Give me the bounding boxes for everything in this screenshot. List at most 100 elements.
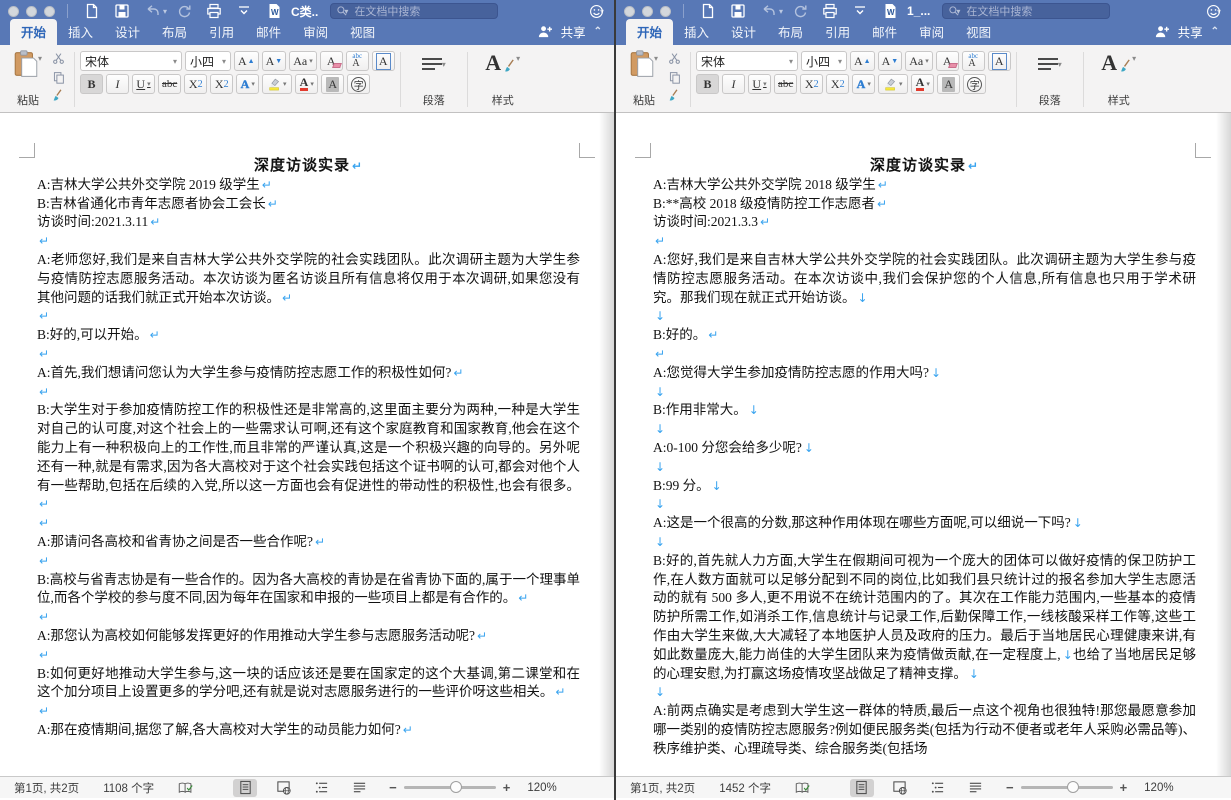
new-document-icon[interactable] bbox=[700, 3, 716, 19]
bold-button[interactable]: B bbox=[80, 74, 103, 94]
spellcheck-icon[interactable] bbox=[178, 781, 193, 795]
copy-icon[interactable] bbox=[52, 71, 65, 84]
grow-font-button[interactable]: A▲ bbox=[850, 51, 875, 71]
italic-button[interactable]: I bbox=[722, 74, 745, 94]
format-painter-icon[interactable] bbox=[668, 89, 681, 102]
web-layout-view-button[interactable] bbox=[271, 779, 295, 797]
redo-icon[interactable] bbox=[176, 3, 192, 19]
search-input[interactable]: ▾ 在文档中搜索 bbox=[942, 3, 1110, 19]
collapse-ribbon-icon[interactable]: ⌃ bbox=[594, 26, 602, 37]
zoom-control[interactable]: − + 120% bbox=[389, 780, 557, 795]
character-shading-button[interactable]: A bbox=[321, 74, 344, 94]
toolbar-more-icon[interactable] bbox=[852, 3, 868, 19]
tab-insert[interactable]: 插入 bbox=[673, 19, 720, 45]
phonetic-guide-button[interactable]: abcA bbox=[962, 51, 985, 71]
tab-design[interactable]: 设计 bbox=[104, 19, 151, 45]
new-document-icon[interactable] bbox=[84, 3, 100, 19]
draft-view-button[interactable] bbox=[964, 779, 988, 797]
share-button[interactable]: 共享 bbox=[1178, 22, 1203, 41]
subscript-button[interactable]: X2 bbox=[184, 74, 207, 94]
document-canvas[interactable]: 深度访谈实录↵A:吉林大学公共外交学院 2018 级学生↵B:**高校 2018… bbox=[616, 113, 1231, 776]
enclose-characters-button[interactable]: 字 bbox=[963, 74, 986, 94]
zoom-slider-thumb[interactable] bbox=[1067, 781, 1079, 793]
character-border-button[interactable]: A bbox=[988, 51, 1011, 71]
copy-icon[interactable] bbox=[668, 71, 681, 84]
close-button[interactable] bbox=[8, 6, 19, 17]
font-name-select[interactable]: 宋体▾ bbox=[696, 51, 798, 71]
share-person-plus-icon[interactable] bbox=[536, 24, 553, 39]
traffic-lights[interactable] bbox=[8, 6, 55, 17]
print-layout-view-button[interactable] bbox=[850, 779, 874, 797]
phonetic-guide-button[interactable]: abcA bbox=[346, 51, 369, 71]
zoom-out-button[interactable]: − bbox=[1006, 780, 1014, 795]
tab-home[interactable]: 开始 bbox=[626, 19, 673, 45]
search-scope-caret[interactable]: ▾ bbox=[956, 7, 960, 16]
print-layout-view-button[interactable] bbox=[233, 779, 257, 797]
tab-mailings[interactable]: 邮件 bbox=[861, 19, 908, 45]
save-icon[interactable] bbox=[730, 3, 746, 19]
search-input[interactable]: ▾ 在文档中搜索 bbox=[330, 3, 498, 19]
undo-icon[interactable] bbox=[144, 3, 160, 19]
word-count[interactable]: 1452 个字 bbox=[719, 780, 771, 796]
paste-button[interactable]: ▾ 粘贴 bbox=[6, 50, 50, 109]
font-name-select[interactable]: 宋体▾ bbox=[80, 51, 182, 71]
tab-review[interactable]: 审阅 bbox=[908, 19, 955, 45]
undo-icon[interactable] bbox=[760, 3, 776, 19]
change-case-button[interactable]: Aa▾ bbox=[905, 51, 933, 71]
subscript-button[interactable]: X2 bbox=[800, 74, 823, 94]
highlight-button[interactable]: ▾ bbox=[262, 74, 292, 94]
document-text[interactable]: 深度访谈实录↵A:吉林大学公共外交学院 2018 级学生↵B:**高校 2018… bbox=[653, 157, 1196, 759]
format-painter-icon[interactable] bbox=[52, 89, 65, 102]
enclose-characters-button[interactable]: 字 bbox=[347, 74, 370, 94]
tab-home[interactable]: 开始 bbox=[10, 19, 57, 45]
tab-view[interactable]: 视图 bbox=[339, 19, 386, 45]
text-effects-button[interactable]: A▾ bbox=[852, 74, 875, 94]
styles-group-button[interactable]: A ▾ 样式 bbox=[1089, 50, 1149, 109]
document-text[interactable]: 深度访谈实录↵A:吉林大学公共外交学院 2019 级学生↵B:吉林省通化市青年志… bbox=[37, 157, 580, 740]
tab-layout[interactable]: 布局 bbox=[767, 19, 814, 45]
print-icon[interactable] bbox=[822, 3, 838, 19]
clear-formatting-button[interactable]: A bbox=[936, 51, 959, 71]
styles-group-button[interactable]: A ▾ 样式 bbox=[473, 50, 533, 109]
zoom-out-button[interactable]: − bbox=[389, 780, 397, 795]
share-person-plus-icon[interactable] bbox=[1153, 24, 1170, 39]
traffic-lights[interactable] bbox=[624, 6, 671, 17]
character-border-button[interactable]: A bbox=[372, 51, 395, 71]
paragraph-group-button[interactable]: ▾ 段落 bbox=[406, 50, 462, 109]
collapse-ribbon-icon[interactable]: ⌃ bbox=[1211, 26, 1219, 37]
redo-icon[interactable] bbox=[792, 3, 808, 19]
tab-review[interactable]: 审阅 bbox=[292, 19, 339, 45]
page-indicator[interactable]: 第1页, 共2页 bbox=[14, 780, 79, 796]
superscript-button[interactable]: X2 bbox=[210, 74, 233, 94]
tab-insert[interactable]: 插入 bbox=[57, 19, 104, 45]
tab-references[interactable]: 引用 bbox=[198, 19, 245, 45]
zoom-button[interactable] bbox=[660, 6, 671, 17]
outline-view-button[interactable] bbox=[926, 779, 950, 797]
web-layout-view-button[interactable] bbox=[888, 779, 912, 797]
bold-button[interactable]: B bbox=[696, 74, 719, 94]
zoom-in-button[interactable]: + bbox=[1120, 780, 1128, 795]
zoom-in-button[interactable]: + bbox=[503, 780, 511, 795]
outline-view-button[interactable] bbox=[309, 779, 333, 797]
undo-dropdown-caret[interactable]: ▾ bbox=[163, 7, 167, 16]
search-scope-caret[interactable]: ▾ bbox=[344, 7, 348, 16]
feedback-smiley-icon[interactable]: ▾ bbox=[1206, 4, 1223, 19]
change-case-button[interactable]: Aa▾ bbox=[289, 51, 317, 71]
underline-button[interactable]: U▾ bbox=[132, 74, 155, 94]
paste-dropdown-caret[interactable]: ▾ bbox=[654, 54, 658, 63]
italic-button[interactable]: I bbox=[106, 74, 129, 94]
toolbar-more-icon[interactable] bbox=[236, 3, 252, 19]
paste-button[interactable]: ▾ 粘贴 bbox=[622, 50, 666, 109]
strikethrough-button[interactable]: abc bbox=[774, 74, 797, 94]
word-count[interactable]: 1108 个字 bbox=[103, 780, 154, 796]
paste-dropdown-caret[interactable]: ▾ bbox=[38, 54, 42, 63]
zoom-control[interactable]: − + 120% bbox=[1006, 780, 1174, 795]
zoom-slider-thumb[interactable] bbox=[450, 781, 462, 793]
grow-font-button[interactable]: A▲ bbox=[234, 51, 259, 71]
tab-view[interactable]: 视图 bbox=[955, 19, 1002, 45]
tab-layout[interactable]: 布局 bbox=[151, 19, 198, 45]
shrink-font-button[interactable]: A▼ bbox=[262, 51, 287, 71]
zoom-button[interactable] bbox=[44, 6, 55, 17]
font-color-button[interactable]: A▾ bbox=[911, 74, 934, 94]
clear-formatting-button[interactable]: A bbox=[320, 51, 343, 71]
